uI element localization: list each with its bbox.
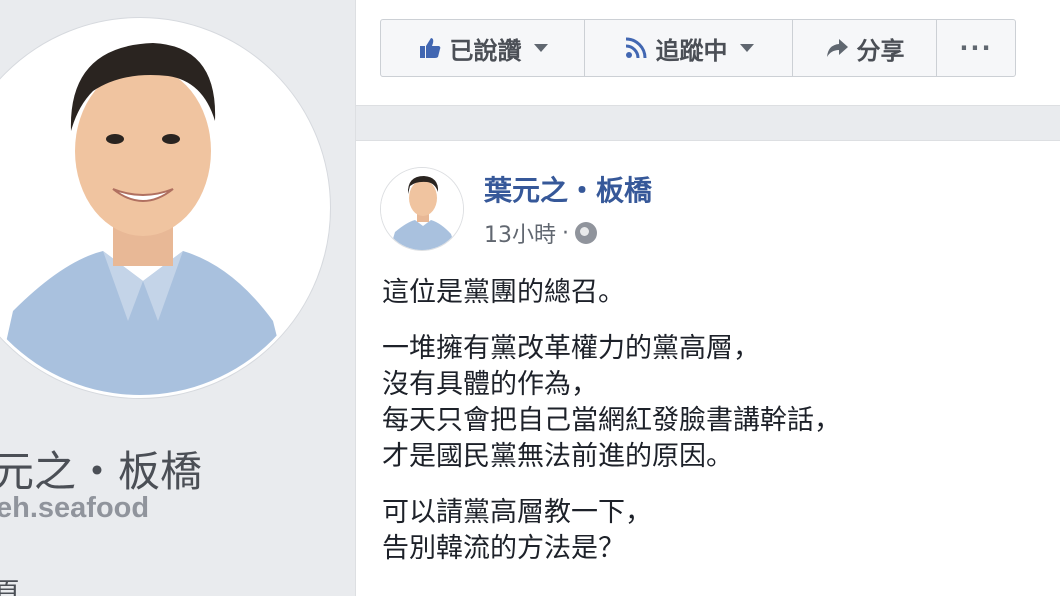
following-button[interactable]: 追蹤中 <box>585 20 793 76</box>
post-author-avatar[interactable] <box>380 167 464 251</box>
more-options-button[interactable]: ··· <box>937 20 1015 76</box>
page-actions-card: 已說讚 追蹤中 分享 ··· <box>356 0 1060 106</box>
post-line: 一堆擁有黨改革權力的黨高層， <box>382 333 760 364</box>
post-author-name[interactable]: 葉元之・板橋 <box>484 169 652 209</box>
post-line: 告別韓流的方法是？ <box>382 533 625 564</box>
share-button-label: 分享 <box>856 36 905 65</box>
post-paragraph: 一堆擁有黨改革權力的黨高層， 沒有具體的作為， 每天只會把自己當網紅發臉書講幹話… <box>382 331 841 475</box>
post-paragraph: 這位是黨團的總召。 <box>382 275 841 311</box>
post-line: 才是國民黨無法前進的原因。 <box>382 441 733 472</box>
liked-button[interactable]: 已說讚 <box>381 20 585 76</box>
profile-username[interactable]: eh.seafood <box>0 492 149 525</box>
thumbs-up-icon <box>419 38 440 58</box>
author-avatar-illustration <box>381 168 463 250</box>
page-action-bar: 已說讚 追蹤中 分享 ··· <box>380 19 1016 77</box>
post-paragraph: 可以請黨高層教一下， 告別韓流的方法是？ <box>382 495 841 567</box>
post-metadata: 13小時 · <box>484 217 597 249</box>
following-button-label: 追蹤中 <box>655 36 728 65</box>
profile-name: 元之・板橋 <box>0 447 203 496</box>
share-button[interactable]: 分享 <box>793 20 937 76</box>
share-arrow-icon <box>826 39 848 57</box>
post-timestamp[interactable]: 13小時 <box>484 217 556 249</box>
profile-picture[interactable] <box>0 18 330 398</box>
meta-separator: · <box>562 220 569 246</box>
chevron-down-icon <box>739 44 754 52</box>
post-card: 葉元之・板橋 13小時 · 這位是黨團的總召。 一堆擁有黨改革權力的黨高層， 沒… <box>356 140 1060 596</box>
post-line: 每天只會把自己當網紅發臉書講幹話， <box>382 405 841 436</box>
liked-button-label: 已說讚 <box>449 36 522 65</box>
profile-extra-text: 頁 <box>0 578 21 596</box>
profile-column: 元之・板橋 eh.seafood 頁 <box>0 0 355 596</box>
post-text: 這位是黨團的總召。 一堆擁有黨改革權力的黨高層， 沒有具體的作為， 每天只會把自… <box>382 275 841 587</box>
post-line: 可以請黨高層教一下， <box>382 497 652 528</box>
post-line: 沒有具體的作為， <box>382 369 598 400</box>
post-line: 這位是黨團的總召。 <box>382 277 625 308</box>
chevron-down-icon <box>533 44 548 52</box>
rss-icon <box>625 37 646 59</box>
ellipsis-icon: ··· <box>959 34 993 62</box>
profile-photo-illustration <box>0 21 327 395</box>
globe-icon[interactable] <box>575 222 597 244</box>
